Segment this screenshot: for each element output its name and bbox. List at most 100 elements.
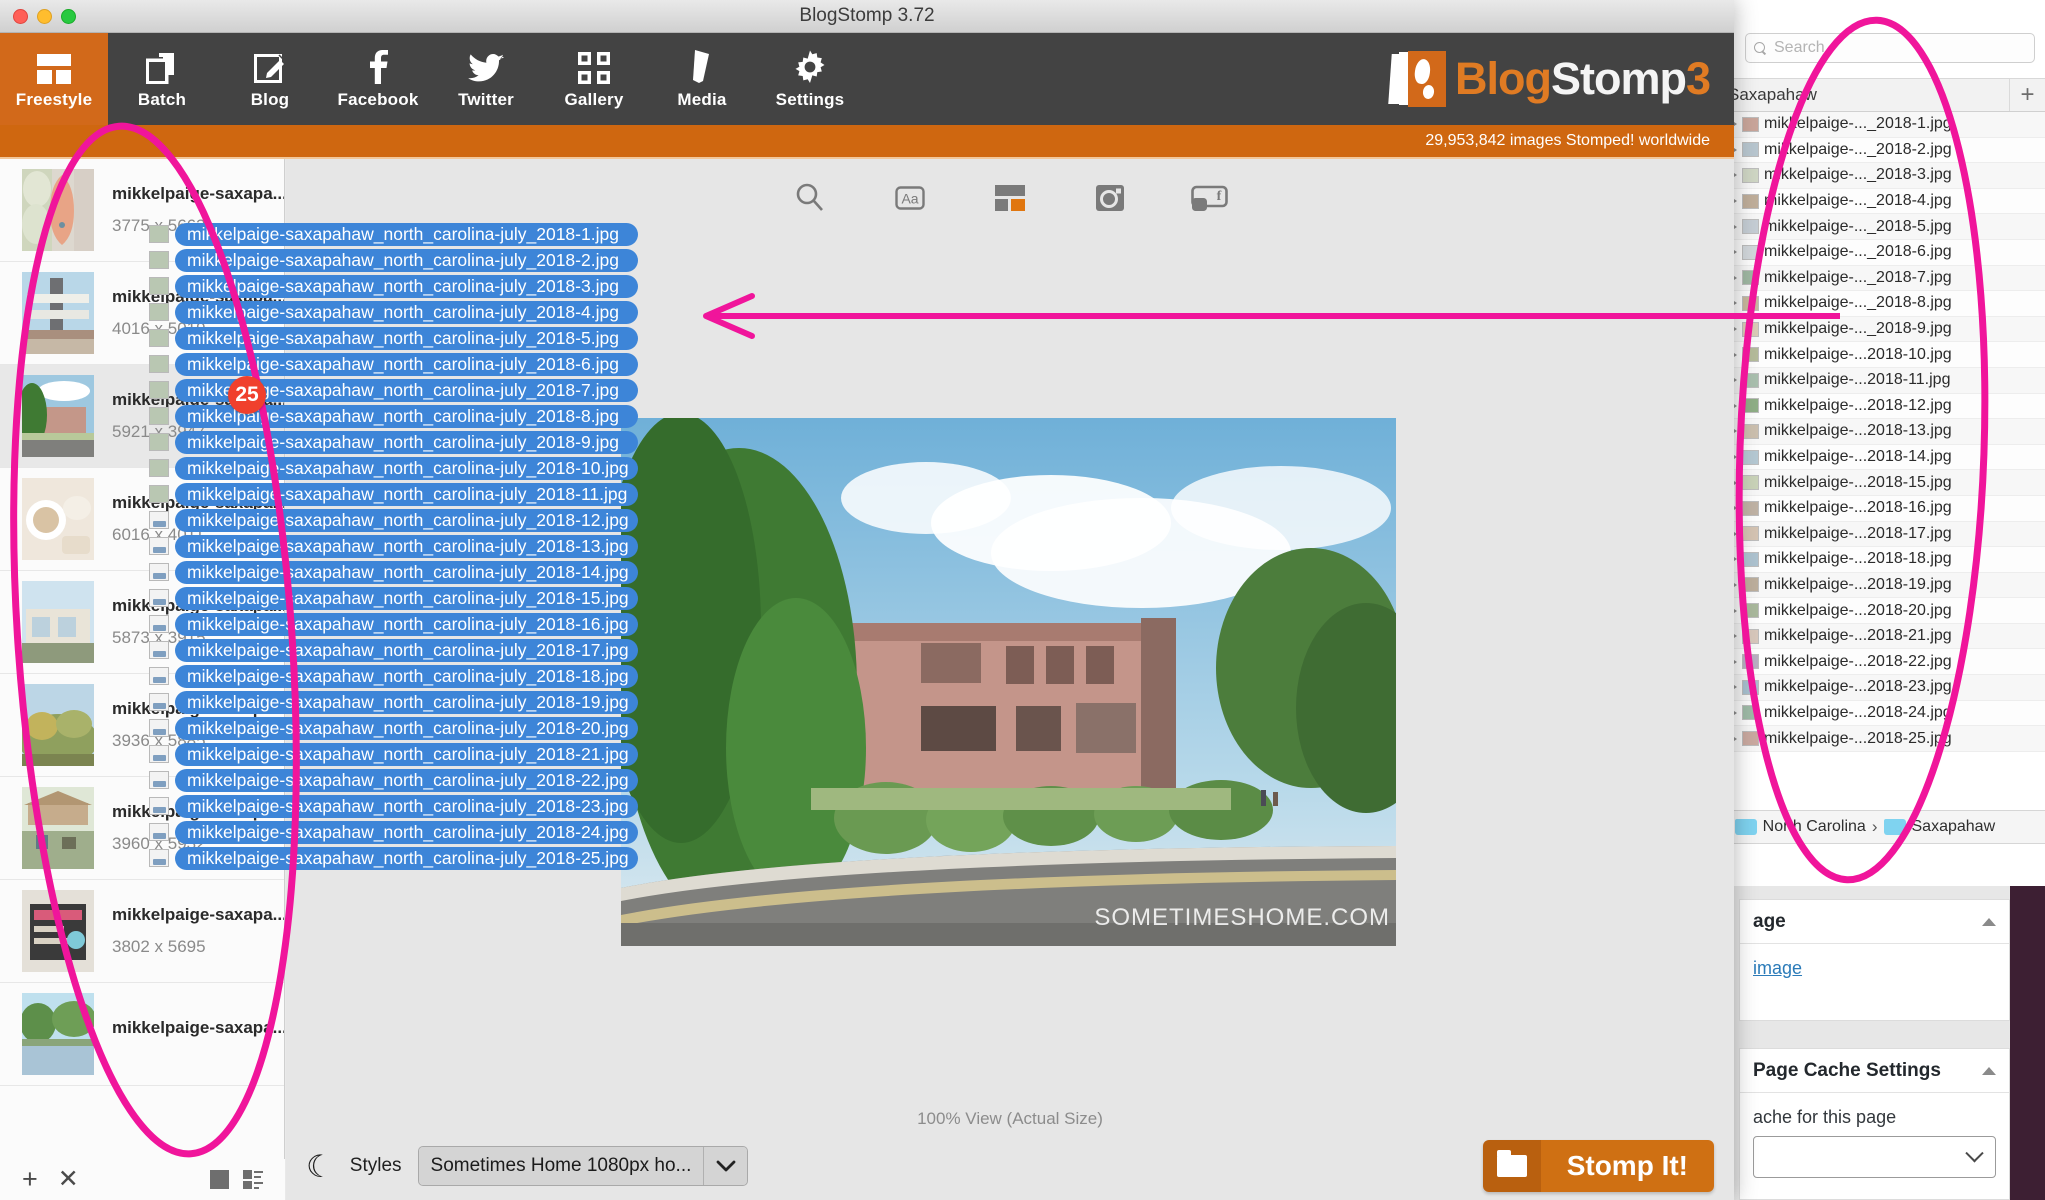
background-file-row[interactable]: mikkelpaige-..._2018-1.jpg (1719, 112, 2045, 138)
background-file-list[interactable]: mikkelpaige-..._2018-1.jpgmikkelpaige-..… (1719, 112, 2045, 802)
background-file-row[interactable]: mikkelpaige-...2018-12.jpg (1719, 394, 2045, 420)
dropdown-file-row[interactable]: mikkelpaige-saxapahaw_north_carolina-jul… (149, 351, 638, 377)
dropdown-file-row[interactable]: mikkelpaige-saxapahaw_north_carolina-jul… (149, 221, 638, 247)
dropdown-file-row[interactable]: mikkelpaige-saxapahaw_north_carolina-jul… (149, 273, 638, 299)
dropdown-file-row[interactable]: mikkelpaige-saxapahaw_north_carolina-jul… (149, 559, 638, 585)
background-file-name: mikkelpaige-...2018-13.jpg (1764, 422, 1952, 440)
toolbar-tab-twitter[interactable]: Twitter (432, 33, 540, 125)
dropdown-file-row[interactable]: mikkelpaige-saxapahaw_north_carolina-jul… (149, 689, 638, 715)
single-square-icon[interactable] (210, 1170, 229, 1189)
facebook-frame-icon[interactable]: f (1190, 178, 1230, 218)
background-file-row[interactable]: mikkelpaige-...2018-18.jpg (1719, 547, 2045, 573)
x-icon[interactable]: ✕ (58, 1167, 79, 1192)
toolbar-tab-media[interactable]: Media (648, 33, 756, 125)
background-file-row[interactable]: mikkelpaige-...2018-23.jpg (1719, 675, 2045, 701)
background-file-row[interactable]: mikkelpaige-..._2018-3.jpg (1719, 163, 2045, 189)
list-view-icon[interactable] (243, 1170, 263, 1189)
breadcrumb-item-0[interactable]: North Carolina (1763, 818, 1866, 836)
file-thumbnail (1742, 629, 1759, 644)
dropdown-file-row[interactable]: mikkelpaige-saxapahaw_north_carolina-jul… (149, 299, 638, 325)
background-file-row[interactable]: mikkelpaige-...2018-20.jpg (1719, 598, 2045, 624)
toolbar-tab-label: Media (677, 90, 726, 110)
file-selection-dropdown[interactable]: mikkelpaige-saxapahaw_north_carolina-jul… (149, 221, 638, 871)
toolbar-tab-settings[interactable]: Settings (756, 33, 864, 125)
sidebar-image-name: mikkelpaige-saxapa... (112, 905, 284, 925)
dropdown-file-row[interactable]: mikkelpaige-saxapahaw_north_carolina-jul… (149, 507, 638, 533)
background-file-row[interactable]: mikkelpaige-...2018-15.jpg (1719, 470, 2045, 496)
background-file-row[interactable]: mikkelpaige-..._2018-2.jpg (1719, 138, 2045, 164)
toolbar-tab-gallery[interactable]: Gallery (540, 33, 648, 125)
background-file-row[interactable]: mikkelpaige-...2018-13.jpg (1719, 419, 2045, 445)
moon-icon[interactable]: ☾ (306, 1151, 334, 1182)
toolbar-tab-batch[interactable]: Batch (108, 33, 216, 125)
background-file-row[interactable]: mikkelpaige-...2018-22.jpg (1719, 649, 2045, 675)
dropdown-file-row[interactable]: mikkelpaige-saxapahaw_north_carolina-jul… (149, 533, 638, 559)
background-search-field[interactable]: Search (1745, 33, 2035, 63)
background-file-row[interactable]: mikkelpaige-...2018-21.jpg (1719, 624, 2045, 650)
stomp-it-button[interactable]: Stomp It! (1483, 1140, 1714, 1192)
caret-up-icon-2[interactable] (1982, 1067, 1996, 1075)
dropdown-file-row[interactable]: mikkelpaige-saxapahaw_north_carolina-jul… (149, 663, 638, 689)
background-file-row[interactable]: mikkelpaige-...2018-17.jpg (1719, 522, 2045, 548)
dropdown-file-row[interactable]: mikkelpaige-saxapahaw_north_carolina-jul… (149, 403, 638, 429)
dropdown-file-row[interactable]: mikkelpaige-saxapahaw_north_carolina-jul… (149, 325, 638, 351)
page-cache-settings-header[interactable]: Page Cache Settings (1740, 1049, 2009, 1093)
dropdown-file-row[interactable]: mikkelpaige-saxapahaw_north_carolina-jul… (149, 585, 638, 611)
toolbar-tab-label: Freestyle (16, 90, 92, 110)
file-thumbnail (1742, 552, 1759, 567)
dropdown-file-row[interactable]: mikkelpaige-saxapahaw_north_carolina-jul… (149, 637, 638, 663)
styles-select[interactable]: Sometimes Home 1080px ho... (418, 1146, 749, 1186)
styles-label: Styles (350, 1155, 402, 1177)
add-folder-button[interactable]: + (2009, 79, 2045, 111)
dropdown-file-row[interactable]: mikkelpaige-saxapahaw_north_carolina-jul… (149, 247, 638, 273)
dropdown-file-row[interactable]: mikkelpaige-saxapahaw_north_carolina-jul… (149, 767, 638, 793)
dropdown-file-row[interactable]: mikkelpaige-saxapahaw_north_carolina-jul… (149, 741, 638, 767)
background-file-row[interactable]: mikkelpaige-..._2018-5.jpg (1719, 214, 2045, 240)
dropdown-file-row[interactable]: mikkelpaige-saxapahaw_north_carolina-jul… (149, 481, 638, 507)
featured-image-panel-header[interactable]: age (1740, 900, 2009, 944)
instagram-icon[interactable] (1090, 178, 1130, 218)
dropdown-file-name: mikkelpaige-saxapahaw_north_carolina-jul… (175, 769, 638, 792)
dropdown-file-name: mikkelpaige-saxapahaw_north_carolina-jul… (175, 275, 638, 298)
background-file-row[interactable]: mikkelpaige-...2018-14.jpg (1719, 445, 2045, 471)
breadcrumb-item-1[interactable]: Saxapahaw (1912, 818, 1996, 836)
toolbar-tab-facebook[interactable]: Facebook (324, 33, 432, 125)
background-file-row[interactable]: mikkelpaige-..._2018-6.jpg (1719, 240, 2045, 266)
dropdown-file-name: mikkelpaige-saxapahaw_north_carolina-jul… (175, 821, 638, 844)
background-file-row[interactable]: mikkelpaige-...2018-24.jpg (1719, 701, 2045, 727)
zoom-search-icon[interactable] (790, 178, 830, 218)
caret-up-icon[interactable] (1982, 918, 1996, 926)
background-file-row[interactable]: mikkelpaige-...2018-10.jpg (1719, 342, 2045, 368)
file-type-icon (149, 719, 169, 737)
dropdown-file-row[interactable]: mikkelpaige-saxapahaw_north_carolina-jul… (149, 793, 638, 819)
background-file-row[interactable]: mikkelpaige-...2018-11.jpg (1719, 368, 2045, 394)
chevron-down-icon[interactable] (703, 1147, 747, 1185)
cache-select[interactable] (1753, 1136, 1996, 1178)
dropdown-file-row[interactable]: mikkelpaige-saxapahaw_north_carolina-jul… (149, 845, 638, 871)
plus-icon[interactable]: + (22, 1166, 38, 1193)
sidebar-image-item[interactable]: mikkelpaige-saxapa...3802 x 5695 (0, 880, 284, 983)
dropdown-file-row[interactable]: mikkelpaige-saxapahaw_north_carolina-jul… (149, 819, 638, 845)
background-file-row[interactable]: mikkelpaige-...2018-19.jpg (1719, 573, 2045, 599)
selection-count-badge: 25 (228, 376, 266, 414)
dropdown-file-row[interactable]: mikkelpaige-saxapahaw_north_carolina-jul… (149, 455, 638, 481)
toolbar-tab-blog[interactable]: Blog (216, 33, 324, 125)
preview-image[interactable]: SOMETIMESHOME.COM (621, 418, 1396, 946)
dropdown-file-row[interactable]: mikkelpaige-saxapahaw_north_carolina-jul… (149, 377, 638, 403)
background-file-row[interactable]: mikkelpaige-...2018-16.jpg (1719, 496, 2045, 522)
layout-collage-icon[interactable] (990, 178, 1030, 218)
text-aa-icon[interactable]: Aa (890, 178, 930, 218)
dropdown-file-row[interactable]: mikkelpaige-saxapahaw_north_carolina-jul… (149, 611, 638, 637)
toolbar-tab-freestyle[interactable]: Freestyle (0, 33, 108, 125)
dropdown-file-row[interactable]: mikkelpaige-saxapahaw_north_carolina-jul… (149, 715, 638, 741)
sidebar-image-item[interactable]: mikkelpaige-saxapa... (0, 983, 284, 1086)
background-file-row[interactable]: mikkelpaige-..._2018-4.jpg (1719, 189, 2045, 215)
file-thumbnail (1742, 526, 1759, 541)
featured-image-panel-title: age (1753, 911, 1786, 933)
set-featured-image-link[interactable]: image (1753, 958, 1802, 978)
background-file-row[interactable]: mikkelpaige-..._2018-7.jpg (1719, 266, 2045, 292)
background-file-row[interactable]: mikkelpaige-...2018-25.jpg (1719, 726, 2045, 752)
dropdown-file-row[interactable]: mikkelpaige-saxapahaw_north_carolina-jul… (149, 429, 638, 455)
background-file-row[interactable]: mikkelpaige-..._2018-8.jpg (1719, 291, 2045, 317)
background-file-row[interactable]: mikkelpaige-..._2018-9.jpg (1719, 317, 2045, 343)
